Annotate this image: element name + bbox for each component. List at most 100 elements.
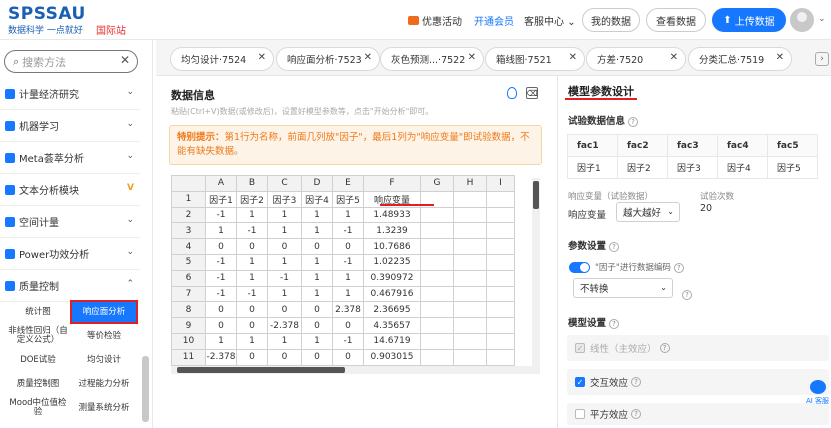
grid-cell[interactable]: 2.378 bbox=[332, 301, 364, 319]
grid-cell[interactable]: 因子4 bbox=[301, 190, 333, 208]
grid-cell[interactable] bbox=[453, 285, 487, 303]
close-icon[interactable]: ✕ bbox=[776, 52, 784, 63]
checkbox[interactable]: ✓ bbox=[575, 377, 585, 387]
grid-cell[interactable] bbox=[453, 206, 487, 224]
grid-cell[interactable]: 1.02235 bbox=[363, 253, 421, 271]
method-tile[interactable]: 测量系统分析 bbox=[72, 398, 136, 418]
grid-cell[interactable]: 1 bbox=[301, 253, 333, 271]
grid-cell[interactable]: 1 bbox=[301, 222, 333, 240]
model-option-0[interactable]: ✓ 线性（主效应）? bbox=[567, 335, 829, 361]
column-header[interactable]: I bbox=[486, 175, 515, 192]
row-header[interactable]: 8 bbox=[171, 301, 206, 319]
column-header[interactable]: E bbox=[332, 175, 364, 192]
help-icon[interactable]: ? bbox=[631, 409, 642, 419]
row-header[interactable]: 7 bbox=[171, 285, 206, 303]
close-icon[interactable]: ✕ bbox=[670, 52, 678, 63]
row-header[interactable]: 6 bbox=[171, 269, 206, 287]
grid-cell[interactable] bbox=[486, 348, 515, 366]
grid-cell[interactable]: 0 bbox=[236, 317, 268, 334]
search-input[interactable]: ⌕ 搜索方法 ✕ bbox=[4, 50, 138, 73]
grid-cell[interactable]: 0 bbox=[267, 301, 302, 319]
sidebar-item-1[interactable]: 机器学习 ⌄ bbox=[0, 110, 140, 142]
grid-cell[interactable]: -2.378 bbox=[205, 348, 237, 366]
grid-cell[interactable] bbox=[453, 332, 487, 350]
row-header[interactable]: 5 bbox=[171, 253, 206, 271]
grid-cell[interactable]: 因子5 bbox=[332, 190, 364, 208]
tab-1[interactable]: 响应面分析·7523 ✕ bbox=[276, 47, 380, 71]
grid-cell[interactable]: -1 bbox=[267, 269, 302, 287]
scroll-thumb[interactable] bbox=[177, 367, 345, 373]
grid-cell[interactable] bbox=[420, 222, 454, 240]
method-tile[interactable]: 均匀设计 bbox=[72, 350, 136, 370]
method-tile[interactable]: 统计图 bbox=[6, 302, 70, 322]
grid-cell[interactable]: 1 bbox=[301, 269, 333, 287]
grid-cell[interactable]: 因子1 bbox=[205, 190, 237, 208]
column-header[interactable]: F bbox=[363, 175, 421, 192]
grid-cell[interactable]: 1 bbox=[236, 332, 268, 350]
tab-3[interactable]: 箱线图·7521 ✕ bbox=[485, 47, 585, 71]
grid-cell[interactable]: 1 bbox=[267, 222, 302, 240]
grid-cell[interactable]: 1 bbox=[267, 206, 302, 224]
grid-cell[interactable]: -2.378 bbox=[267, 317, 302, 334]
grid-cell[interactable] bbox=[453, 190, 487, 208]
grid-cell[interactable]: -1 bbox=[205, 269, 237, 287]
encode-help[interactable]: ? bbox=[679, 282, 692, 301]
grid-cell[interactable] bbox=[486, 253, 515, 271]
tab-5[interactable]: 分类汇总·7519 ✕ bbox=[688, 47, 792, 71]
data-grid[interactable]: A B C D E F G H I 1 因子1 因子2 因子3 因子4 因子5 响应变量 2 -1 1 1 1 1 1.48… bbox=[171, 175, 515, 366]
sidebar-item-0[interactable]: 计量经济研究 ⌄ bbox=[0, 78, 140, 110]
intl-link[interactable]: 国际站 bbox=[96, 22, 126, 37]
grid-cell[interactable]: 1.48933 bbox=[363, 206, 421, 224]
grid-cell[interactable]: 1 bbox=[267, 253, 302, 271]
clear-data-icon[interactable]: ⌫ bbox=[526, 87, 538, 99]
grid-cell[interactable] bbox=[486, 222, 515, 240]
grid-cell[interactable] bbox=[486, 206, 515, 224]
lightbulb-icon[interactable] bbox=[507, 87, 517, 99]
help-icon[interactable]: ? bbox=[628, 117, 639, 127]
grid-cell[interactable]: 0 bbox=[236, 348, 268, 366]
row-header[interactable]: 11 bbox=[171, 348, 206, 366]
grid-cell[interactable]: 0.467916 bbox=[363, 285, 421, 303]
row-header[interactable]: 3 bbox=[171, 222, 206, 240]
grid-cell[interactable]: 10.7686 bbox=[363, 238, 421, 255]
column-header[interactable]: B bbox=[236, 175, 268, 192]
grid-cell[interactable]: 因子3 bbox=[267, 190, 302, 208]
grid-cell[interactable] bbox=[420, 285, 454, 303]
column-header[interactable]: H bbox=[453, 175, 487, 192]
close-icon[interactable]: ✕ bbox=[258, 52, 266, 63]
grid-cell[interactable]: -1 bbox=[332, 253, 364, 271]
encode-toggle[interactable] bbox=[569, 262, 590, 273]
tab-0[interactable]: 均匀设计·7524 ✕ bbox=[170, 47, 274, 71]
grid-cell[interactable]: 0 bbox=[332, 238, 364, 255]
grid-cell[interactable] bbox=[486, 269, 515, 287]
view-data-button[interactable]: 查看数据 bbox=[646, 8, 706, 32]
sidebar-item-4[interactable]: 空间计量 ⌄ bbox=[0, 206, 140, 238]
my-data-button[interactable]: 我的数据 bbox=[582, 8, 640, 32]
grid-cell[interactable] bbox=[420, 269, 454, 287]
scroll-thumb[interactable] bbox=[533, 181, 539, 209]
grid-cell[interactable] bbox=[486, 190, 515, 208]
row-header[interactable]: 1 bbox=[171, 190, 206, 208]
grid-cell[interactable]: 0 bbox=[332, 317, 364, 334]
grid-cell[interactable]: 14.6719 bbox=[363, 332, 421, 350]
column-header[interactable]: C bbox=[267, 175, 302, 192]
help-icon[interactable]: ? bbox=[609, 242, 620, 252]
column-header[interactable] bbox=[171, 175, 206, 192]
avatar[interactable] bbox=[790, 8, 814, 32]
sidebar-item-6[interactable]: 质量控制 ⌃ bbox=[0, 270, 140, 302]
grid-cell[interactable]: 0 bbox=[205, 301, 237, 319]
grid-cell[interactable] bbox=[486, 332, 515, 350]
grid-cell[interactable]: 1 bbox=[267, 285, 302, 303]
method-tile[interactable]: DOE试验 bbox=[6, 350, 70, 370]
grid-cell[interactable]: -1 bbox=[236, 285, 268, 303]
grid-cell[interactable]: 0 bbox=[267, 238, 302, 255]
grid-cell[interactable] bbox=[486, 285, 515, 303]
column-header[interactable]: A bbox=[205, 175, 237, 192]
column-header[interactable]: G bbox=[420, 175, 454, 192]
grid-cell[interactable]: 1 bbox=[332, 269, 364, 287]
grid-cell[interactable]: 1 bbox=[301, 332, 333, 350]
grid-cell[interactable] bbox=[486, 301, 515, 319]
tab-2[interactable]: 灰色预测...·7522 ✕ bbox=[380, 47, 484, 71]
method-tile[interactable]: Mood中位值检验 bbox=[6, 398, 70, 418]
grid-cell[interactable]: 0 bbox=[205, 317, 237, 334]
